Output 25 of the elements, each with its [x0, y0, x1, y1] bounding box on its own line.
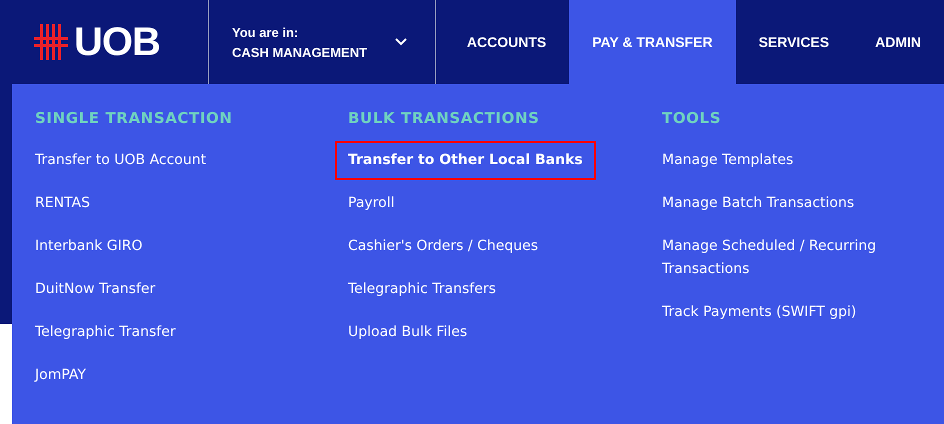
menu-link[interactable]: Telegraphic Transfers: [335, 270, 509, 309]
menu-link[interactable]: Transfer to UOB Account: [22, 141, 220, 180]
menu-link[interactable]: Telegraphic Transfer: [22, 313, 189, 352]
menu-link[interactable]: Transfer to Other Local Banks: [335, 141, 596, 180]
menu-section-heading: TOOLS: [662, 109, 722, 127]
menu-link[interactable]: Cashier's Orders / Cheques: [335, 227, 551, 266]
menu-link[interactable]: Track Payments (SWIFT gpi): [649, 293, 870, 332]
menu-link[interactable]: RENTAS: [22, 184, 103, 223]
menu-link[interactable]: Interbank GIRO: [22, 227, 156, 266]
logo-icon: [34, 24, 68, 60]
menu-link[interactable]: DuitNow Transfer: [22, 270, 168, 309]
menu-link[interactable]: Payroll: [335, 184, 408, 223]
menu-link[interactable]: Manage Scheduled / Recurring Transactions: [649, 227, 930, 289]
bank-logo: UOB: [74, 20, 160, 64]
menu-section-heading: SINGLE TRANSACTION: [35, 109, 233, 127]
nav-tab[interactable]: ADMIN: [852, 0, 944, 84]
menu-section-heading: BULK TRANSACTIONS: [348, 109, 540, 127]
menu-link[interactable]: Manage Templates: [649, 141, 806, 180]
menu-link[interactable]: JomPAY: [22, 356, 99, 395]
nav-tab[interactable]: PAY & TRANSFER: [569, 0, 736, 84]
nav-tab[interactable]: ACCOUNTS: [444, 0, 570, 84]
menu-link[interactable]: Manage Batch Transactions: [649, 184, 868, 223]
menu-link[interactable]: Upload Bulk Files: [335, 313, 480, 352]
nav-tab[interactable]: SERVICES: [736, 0, 852, 84]
chevron-down-icon: [395, 38, 407, 46]
